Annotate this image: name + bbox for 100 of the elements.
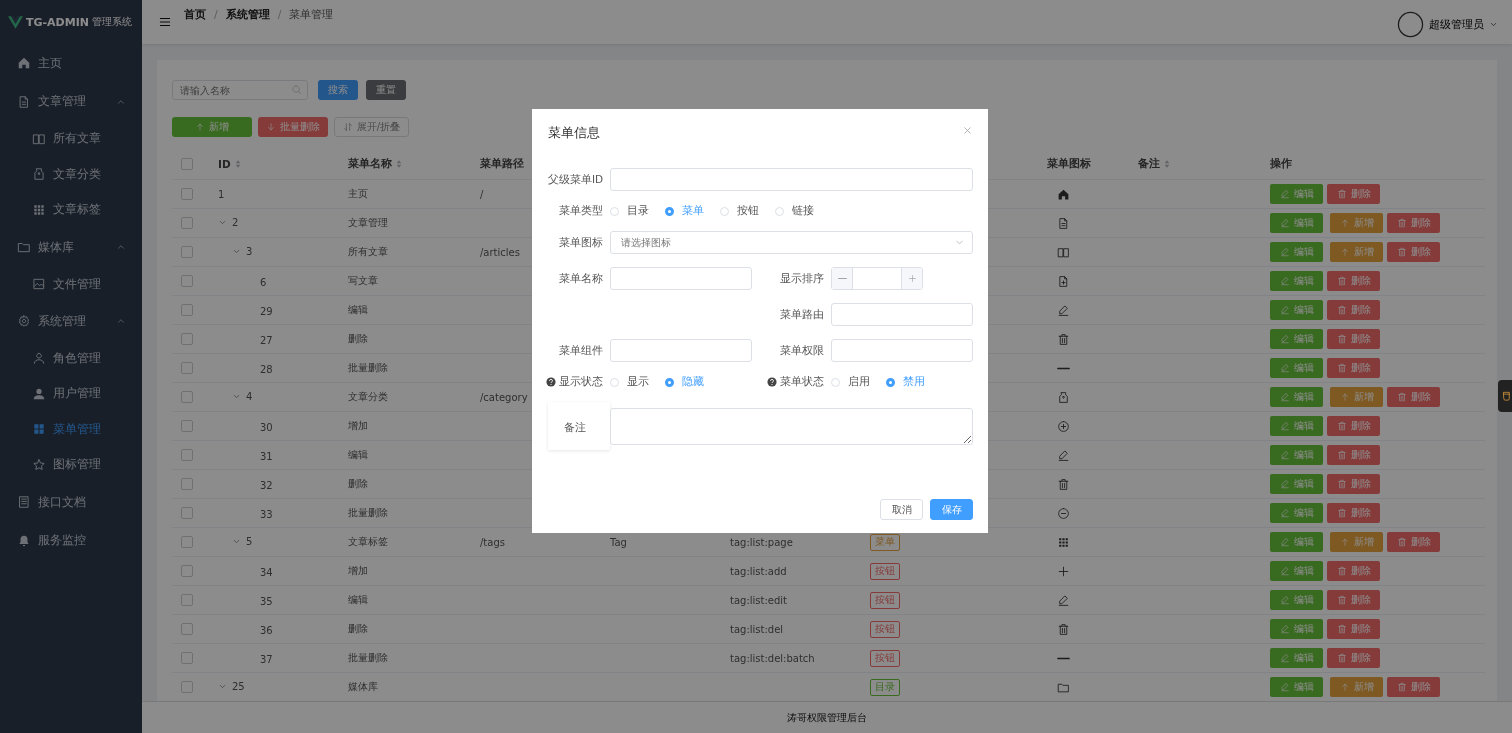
sort-icon[interactable] — [396, 159, 402, 169]
edit-button[interactable]: 编辑 — [1270, 561, 1323, 581]
radio-option[interactable]: 按钮 — [720, 204, 759, 218]
sidebar-item[interactable]: 所有文章 — [0, 121, 142, 157]
sidebar-item[interactable]: 接口文档 — [0, 482, 142, 522]
add-button[interactable]: 新增 — [1330, 677, 1383, 697]
delete-button[interactable]: 删除 — [1327, 271, 1380, 291]
row-checkbox[interactable] — [181, 391, 193, 403]
delete-button[interactable]: 删除 — [1327, 300, 1380, 320]
row-checkbox[interactable] — [181, 333, 193, 345]
edit-button[interactable]: 编辑 — [1270, 300, 1323, 320]
add-button[interactable]: 新增 — [1330, 213, 1383, 233]
user-name[interactable]: 超级管理员 — [1429, 16, 1484, 32]
delete-button[interactable]: 删除 — [1327, 648, 1380, 668]
increment-button[interactable] — [902, 268, 922, 289]
row-checkbox[interactable] — [181, 449, 193, 461]
search-button[interactable]: 搜索 — [318, 80, 358, 100]
sort-icon[interactable] — [234, 159, 241, 169]
add-button[interactable]: 新增 — [1330, 242, 1383, 262]
sort-icon[interactable] — [1164, 159, 1170, 169]
radio-option[interactable]: 启用 — [831, 375, 870, 389]
edit-button[interactable]: 编辑 — [1270, 387, 1323, 407]
delete-button[interactable]: 删除 — [1327, 445, 1380, 465]
avatar-icon[interactable] — [1397, 10, 1424, 38]
sidebar-item[interactable]: 服务监控 — [0, 521, 142, 560]
icon-select[interactable]: 请选择图标 — [610, 231, 973, 254]
edit-button[interactable]: 编辑 — [1270, 474, 1323, 494]
decrement-button[interactable] — [832, 268, 852, 289]
delete-button[interactable]: 删除 — [1387, 213, 1440, 233]
delete-button[interactable]: 删除 — [1387, 677, 1440, 697]
side-tool-button[interactable] — [1498, 380, 1512, 412]
delete-button[interactable]: 删除 — [1327, 184, 1380, 204]
parent-id-field[interactable] — [610, 168, 973, 191]
delete-button[interactable]: 删除 — [1387, 242, 1440, 262]
select-all-checkbox[interactable] — [181, 158, 193, 170]
add-button[interactable]: 新增 — [1330, 532, 1383, 552]
edit-button[interactable]: 编辑 — [1270, 416, 1323, 436]
edit-button[interactable]: 编辑 — [1270, 677, 1323, 697]
delete-button[interactable]: 删除 — [1327, 416, 1380, 436]
breadcrumb-item[interactable]: 首页 — [184, 7, 206, 22]
delete-button[interactable]: 删除 — [1327, 619, 1380, 639]
add-button[interactable]: 新增 — [1330, 387, 1383, 407]
delete-button[interactable]: 删除 — [1327, 358, 1380, 378]
row-checkbox[interactable] — [181, 681, 193, 693]
search-field[interactable]: 请输入名称 — [172, 80, 308, 100]
sidebar-item[interactable]: 角色管理 — [0, 340, 142, 376]
radio-option[interactable]: 隐藏 — [665, 375, 704, 389]
sidebar-item[interactable]: 用户管理 — [0, 375, 142, 412]
sidebar-item[interactable]: 文件管理 — [0, 266, 142, 302]
save-button[interactable]: 保存 — [930, 499, 973, 520]
sort-order-stepper[interactable] — [831, 267, 923, 290]
row-checkbox[interactable] — [181, 565, 193, 577]
edit-button[interactable]: 编辑 — [1270, 329, 1323, 349]
edit-button[interactable]: 编辑 — [1270, 213, 1323, 233]
row-checkbox[interactable] — [181, 594, 193, 606]
row-checkbox[interactable] — [181, 304, 193, 316]
remark-field[interactable] — [610, 407, 973, 445]
route-field[interactable] — [831, 303, 973, 326]
radio-option[interactable]: 链接 — [775, 204, 814, 218]
edit-button[interactable]: 编辑 — [1270, 648, 1323, 668]
edit-button[interactable]: 编辑 — [1270, 503, 1323, 523]
edit-button[interactable]: 编辑 — [1270, 590, 1323, 610]
row-checkbox[interactable] — [181, 188, 193, 200]
radio-option[interactable]: 菜单 — [665, 204, 704, 218]
edit-button[interactable]: 编辑 — [1270, 358, 1323, 378]
delete-button[interactable]: 删除 — [1327, 329, 1380, 349]
close-button[interactable] — [962, 125, 973, 136]
sidebar-group[interactable]: 系统管理 — [0, 301, 142, 341]
radio-option[interactable]: 目录 — [610, 204, 649, 218]
batch-delete-button[interactable]: 批量删除 — [258, 117, 328, 137]
delete-button[interactable]: 删除 — [1327, 561, 1380, 581]
radio-option[interactable]: 禁用 — [886, 375, 925, 389]
edit-button[interactable]: 编辑 — [1270, 445, 1323, 465]
edit-button[interactable]: 编辑 — [1270, 271, 1323, 291]
permission-field[interactable] — [831, 339, 973, 362]
delete-button[interactable]: 删除 — [1327, 590, 1380, 610]
delete-button[interactable]: 删除 — [1387, 387, 1440, 407]
edit-button[interactable]: 编辑 — [1270, 619, 1323, 639]
row-checkbox[interactable] — [181, 478, 193, 490]
delete-button[interactable]: 删除 — [1327, 503, 1380, 523]
breadcrumb-item[interactable]: 系统管理 — [225, 7, 270, 22]
sidebar-item[interactable]: 菜单管理 — [0, 411, 142, 448]
edit-button[interactable]: 编辑 — [1270, 242, 1323, 262]
row-checkbox[interactable] — [181, 536, 193, 548]
edit-button[interactable]: 编辑 — [1270, 184, 1323, 204]
sidebar-item[interactable]: 图标管理 — [0, 447, 142, 483]
add-button[interactable]: 新增 — [172, 117, 252, 137]
sidebar-item[interactable]: 文章标签 — [0, 192, 142, 228]
row-checkbox[interactable] — [181, 420, 193, 432]
sidebar-item[interactable]: 文章分类 — [0, 156, 142, 193]
row-checkbox[interactable] — [181, 362, 193, 374]
row-checkbox[interactable] — [181, 507, 193, 519]
expand-collapse-button[interactable]: 展开/折叠 — [334, 117, 409, 137]
row-checkbox[interactable] — [181, 652, 193, 664]
cancel-button[interactable]: 取消 — [880, 499, 923, 520]
row-checkbox[interactable] — [181, 275, 193, 287]
radio-option[interactable]: 显示 — [610, 375, 649, 389]
row-checkbox[interactable] — [181, 246, 193, 258]
component-field[interactable] — [610, 339, 752, 362]
edit-button[interactable]: 编辑 — [1270, 532, 1323, 552]
